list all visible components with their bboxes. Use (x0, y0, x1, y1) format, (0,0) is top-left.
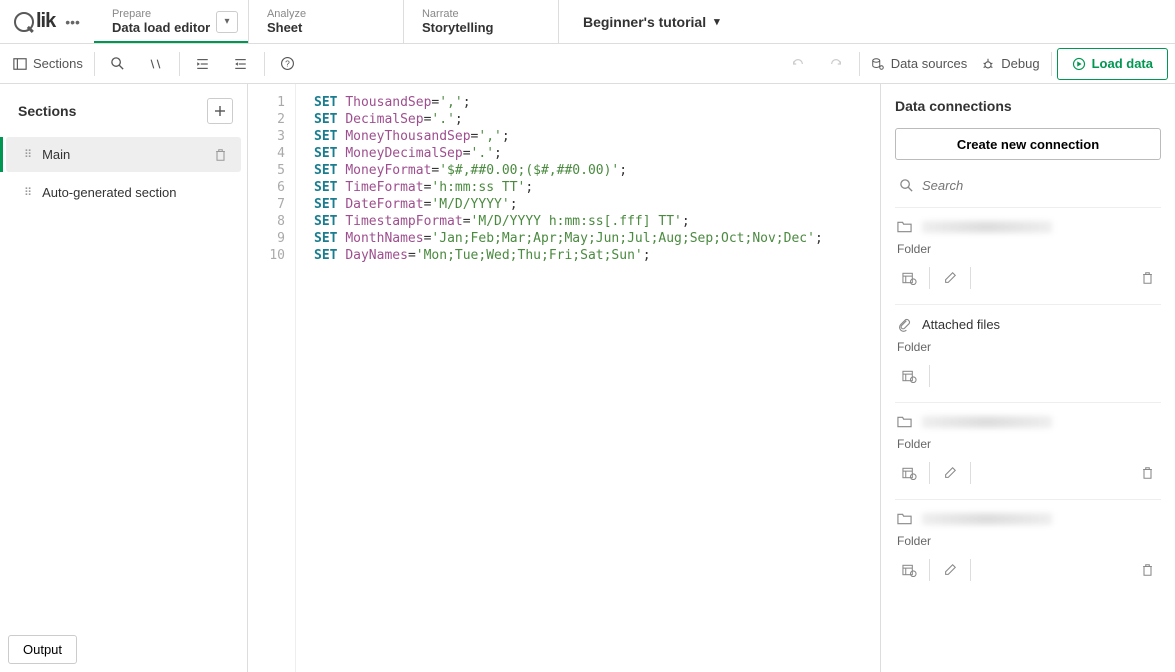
sections-header: Sections (0, 84, 247, 134)
connection-actions (895, 552, 1161, 588)
tab-narrate-sup: Narrate (422, 8, 540, 20)
output-bar: Output (8, 635, 77, 664)
section-item[interactable]: ⠿ Main (6, 137, 241, 172)
output-button[interactable]: Output (8, 635, 77, 664)
connection-type: Folder (895, 433, 1161, 455)
chevron-down-icon[interactable]: ▾ (216, 11, 238, 33)
select-data-button[interactable] (895, 459, 923, 487)
comment-button[interactable] (138, 49, 174, 79)
connection-item: Folder (895, 402, 1161, 499)
connection-type: Folder (895, 336, 1161, 358)
select-data-button[interactable] (895, 264, 923, 292)
help-button[interactable]: ? (270, 49, 306, 79)
data-sources-icon (871, 57, 885, 71)
plus-icon (214, 105, 226, 117)
indent-button[interactable] (185, 49, 221, 79)
debug-icon (981, 57, 995, 71)
delete-connection-button[interactable] (1133, 556, 1161, 584)
tab-narrate[interactable]: Narrate Storytelling (404, 0, 559, 43)
connection-actions (895, 260, 1161, 296)
connection-item: Folder (895, 207, 1161, 304)
connection-name (922, 416, 1052, 428)
select-data-button[interactable] (895, 362, 923, 390)
indent-icon (195, 57, 210, 71)
app-title[interactable]: Beginner's tutorial ▾ (559, 0, 744, 43)
data-sources-button[interactable]: Data sources (865, 49, 974, 79)
sections-toggle[interactable]: Sections (7, 49, 89, 79)
search-input[interactable] (922, 178, 1157, 193)
logo: lik (14, 10, 55, 33)
chevron-down-icon: ▾ (714, 15, 720, 28)
tab-prepare-sup: Prepare (112, 8, 230, 20)
svg-text:?: ? (286, 58, 291, 68)
tab-prepare[interactable]: Prepare Data load editor ▾ (94, 0, 249, 43)
comment-icon (148, 57, 163, 71)
select-data-button[interactable] (895, 556, 923, 584)
connections-search[interactable] (895, 172, 1161, 199)
top-nav: lik ••• Prepare Data load editor ▾ Analy… (0, 0, 1175, 44)
data-connections-panel: Data connections Create new connection F… (880, 84, 1175, 672)
tab-analyze-main: Sheet (267, 20, 385, 35)
outdent-button[interactable] (223, 49, 259, 79)
load-data-button[interactable]: Load data (1057, 48, 1168, 80)
delete-connection-button[interactable] (1133, 459, 1161, 487)
section-label: Auto-generated section (42, 185, 176, 200)
toolbar: Sections ? Data sources Debug Load data (0, 44, 1175, 84)
tab-prepare-main: Data load editor (112, 20, 230, 35)
undo-button[interactable] (780, 49, 816, 79)
connection-header[interactable] (895, 508, 1161, 530)
connection-type: Folder (895, 530, 1161, 552)
add-section-button[interactable] (207, 98, 233, 124)
help-icon: ? (280, 56, 295, 71)
redo-icon (828, 57, 844, 71)
edit-connection-button[interactable] (936, 459, 964, 487)
connection-actions (895, 358, 1161, 394)
logo-area: lik ••• (0, 0, 94, 43)
undo-icon (790, 57, 806, 71)
clip-icon (897, 317, 912, 332)
connection-header[interactable]: Attached files (895, 313, 1161, 336)
connection-name: Attached files (922, 317, 1000, 332)
connection-header[interactable] (895, 216, 1161, 238)
section-label: Main (42, 147, 70, 162)
search-button[interactable] (100, 49, 136, 79)
drag-handle-icon[interactable]: ⠿ (24, 148, 30, 161)
delete-connection-button[interactable] (1133, 264, 1161, 292)
create-connection-button[interactable]: Create new connection (895, 128, 1161, 160)
play-icon (1072, 57, 1086, 71)
drag-handle-icon[interactable]: ⠿ (24, 186, 30, 199)
redo-button[interactable] (818, 49, 854, 79)
sections-title: Sections (18, 103, 76, 119)
main-area: Sections ⠿ Main ⠿ Auto-generated section… (0, 84, 1175, 672)
sections-panel: Sections ⠿ Main ⠿ Auto-generated section (0, 84, 248, 672)
edit-connection-button[interactable] (936, 264, 964, 292)
folder-icon (897, 512, 912, 526)
connection-actions (895, 455, 1161, 491)
tab-analyze-sup: Analyze (267, 8, 385, 20)
search-icon (899, 178, 914, 193)
code-editor[interactable]: 12345678910 SET ThousandSep=',';SET Deci… (248, 84, 880, 672)
edit-connection-button[interactable] (936, 556, 964, 584)
more-icon[interactable]: ••• (65, 14, 80, 30)
tab-narrate-main: Storytelling (422, 20, 540, 35)
search-icon (110, 56, 125, 71)
connection-item: Attached files Folder (895, 304, 1161, 402)
panel-icon (13, 57, 27, 71)
delete-section-button[interactable] (214, 148, 227, 162)
connection-name (922, 513, 1052, 525)
connection-item: Folder (895, 499, 1161, 596)
tab-analyze[interactable]: Analyze Sheet (249, 0, 404, 43)
connection-name (922, 221, 1052, 233)
connection-header[interactable] (895, 411, 1161, 433)
folder-icon (897, 415, 912, 429)
debug-button[interactable]: Debug (975, 49, 1045, 79)
section-item[interactable]: ⠿ Auto-generated section (6, 175, 241, 210)
line-gutter: 12345678910 (248, 84, 296, 672)
outdent-icon (233, 57, 248, 71)
connection-type: Folder (895, 238, 1161, 260)
code-body[interactable]: SET ThousandSep=',';SET DecimalSep='.';S… (296, 84, 823, 672)
connections-title: Data connections (895, 98, 1161, 114)
folder-icon (897, 220, 912, 234)
